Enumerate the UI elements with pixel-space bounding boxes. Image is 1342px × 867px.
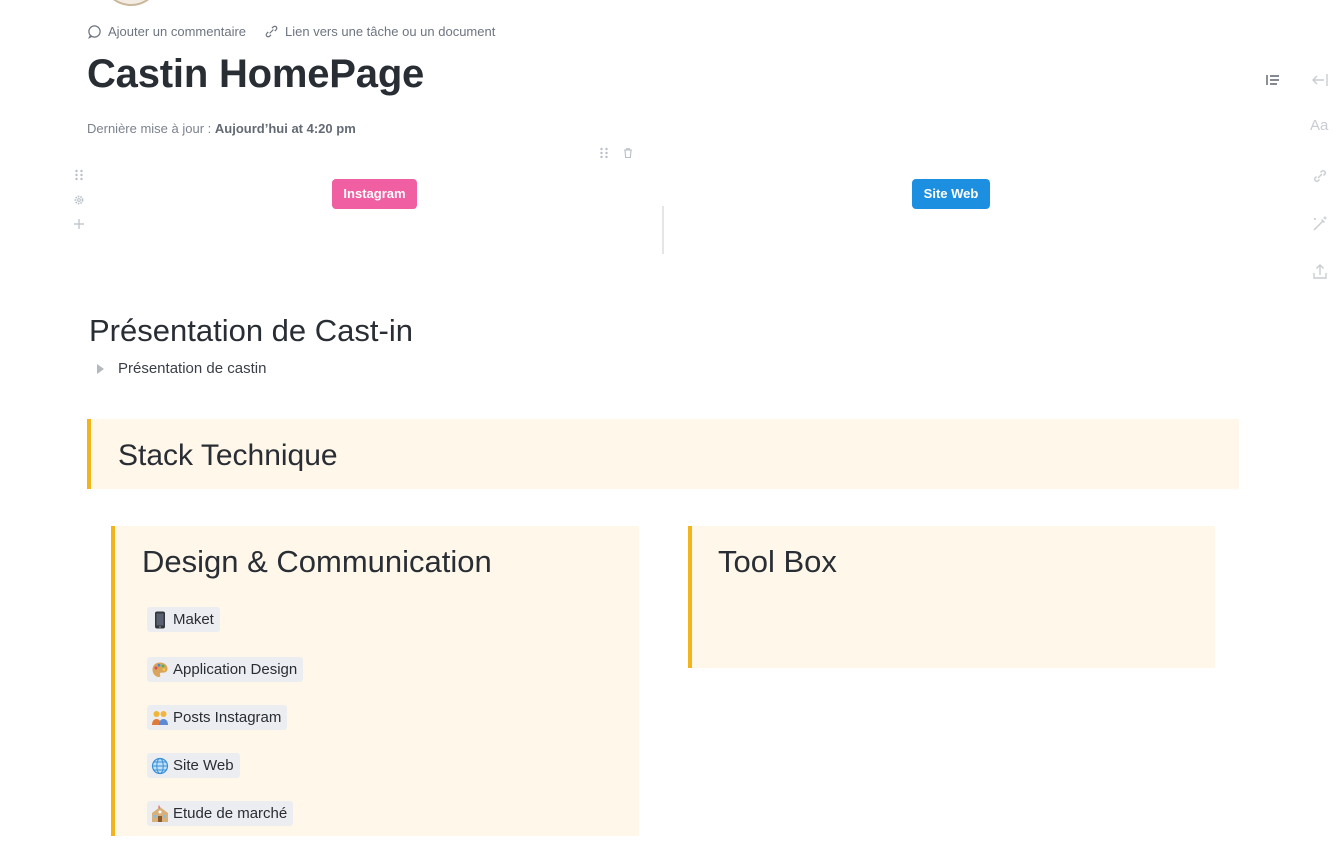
doc-link-label: Application Design xyxy=(173,661,298,678)
doc-link-etude-de-marche[interactable]: Etude de marché xyxy=(147,801,294,826)
link-task-label: Lien vers une tâche ou un document xyxy=(285,24,496,39)
stack-technique-callout: Stack Technique xyxy=(87,419,1239,489)
doc-link-site-web[interactable]: Site Web xyxy=(147,753,240,778)
design-communication-callout: Design & Communication Maket Application… xyxy=(111,526,639,836)
presentation-toggle-label: Présentation de castin xyxy=(118,360,267,377)
tool-box-heading[interactable]: Tool Box xyxy=(718,544,837,580)
mobile-phone-icon xyxy=(151,611,169,629)
share-export-icon[interactable] xyxy=(1311,263,1329,286)
column-divider[interactable] xyxy=(662,206,664,254)
doc-link-label: Etude de marché xyxy=(173,805,288,822)
last-updated-value: Aujourd’hui at 4:20 pm xyxy=(214,121,356,136)
link-icon xyxy=(265,25,278,38)
palette-icon xyxy=(151,661,169,679)
design-communication-heading[interactable]: Design & Communication xyxy=(142,544,492,580)
doc-link-label: Site Web xyxy=(173,757,234,774)
instagram-button[interactable]: Instagram xyxy=(332,179,417,209)
collapse-panel-icon[interactable] xyxy=(1311,71,1329,94)
presentation-toggle[interactable]: Présentation de castin xyxy=(97,360,266,377)
settings-gear-icon[interactable] xyxy=(73,194,85,208)
comment-icon xyxy=(88,25,101,39)
text-format-icon[interactable]: Aa xyxy=(1310,117,1328,134)
doc-actions-bar: Ajouter un commentaire Lien vers une tâc… xyxy=(87,24,495,39)
presentation-heading[interactable]: Présentation de Cast-in xyxy=(89,313,413,349)
toggle-triangle-icon[interactable] xyxy=(97,363,104,374)
link-task-button[interactable]: Lien vers une tâche ou un document xyxy=(264,24,495,39)
site-web-button[interactable]: Site Web xyxy=(912,179,990,209)
page-title[interactable]: Castin HomePage xyxy=(87,52,424,97)
avatar[interactable] xyxy=(101,0,161,6)
people-icon xyxy=(151,709,169,727)
add-comment-button[interactable]: Ajouter un commentaire xyxy=(87,24,246,39)
row-drag-handle-icon[interactable] xyxy=(73,169,85,183)
doc-link-maket[interactable]: Maket xyxy=(147,607,220,632)
doc-link-label: Posts Instagram xyxy=(173,709,282,726)
add-comment-label: Ajouter un commentaire xyxy=(108,24,247,39)
rail-link-icon[interactable] xyxy=(1311,167,1329,190)
last-updated-label: Dernière mise à jour : xyxy=(87,121,212,136)
add-block-plus-icon[interactable] xyxy=(73,218,85,232)
globe-icon xyxy=(151,757,169,775)
doc-link-label: Maket xyxy=(173,611,214,628)
magic-wand-icon[interactable] xyxy=(1311,215,1329,238)
stack-technique-heading[interactable]: Stack Technique xyxy=(118,439,338,473)
trash-icon[interactable] xyxy=(622,147,634,161)
doc-link-posts-instagram[interactable]: Posts Instagram xyxy=(147,705,288,730)
last-updated: Dernière mise à jour : Aujourd’hui at 4:… xyxy=(87,121,356,136)
school-building-icon xyxy=(151,805,169,823)
table-of-contents-icon[interactable] xyxy=(1265,72,1281,93)
doc-link-application-design[interactable]: Application Design xyxy=(147,657,304,682)
drag-handle-icon[interactable] xyxy=(598,147,610,161)
tool-box-callout: Tool Box xyxy=(688,526,1215,668)
